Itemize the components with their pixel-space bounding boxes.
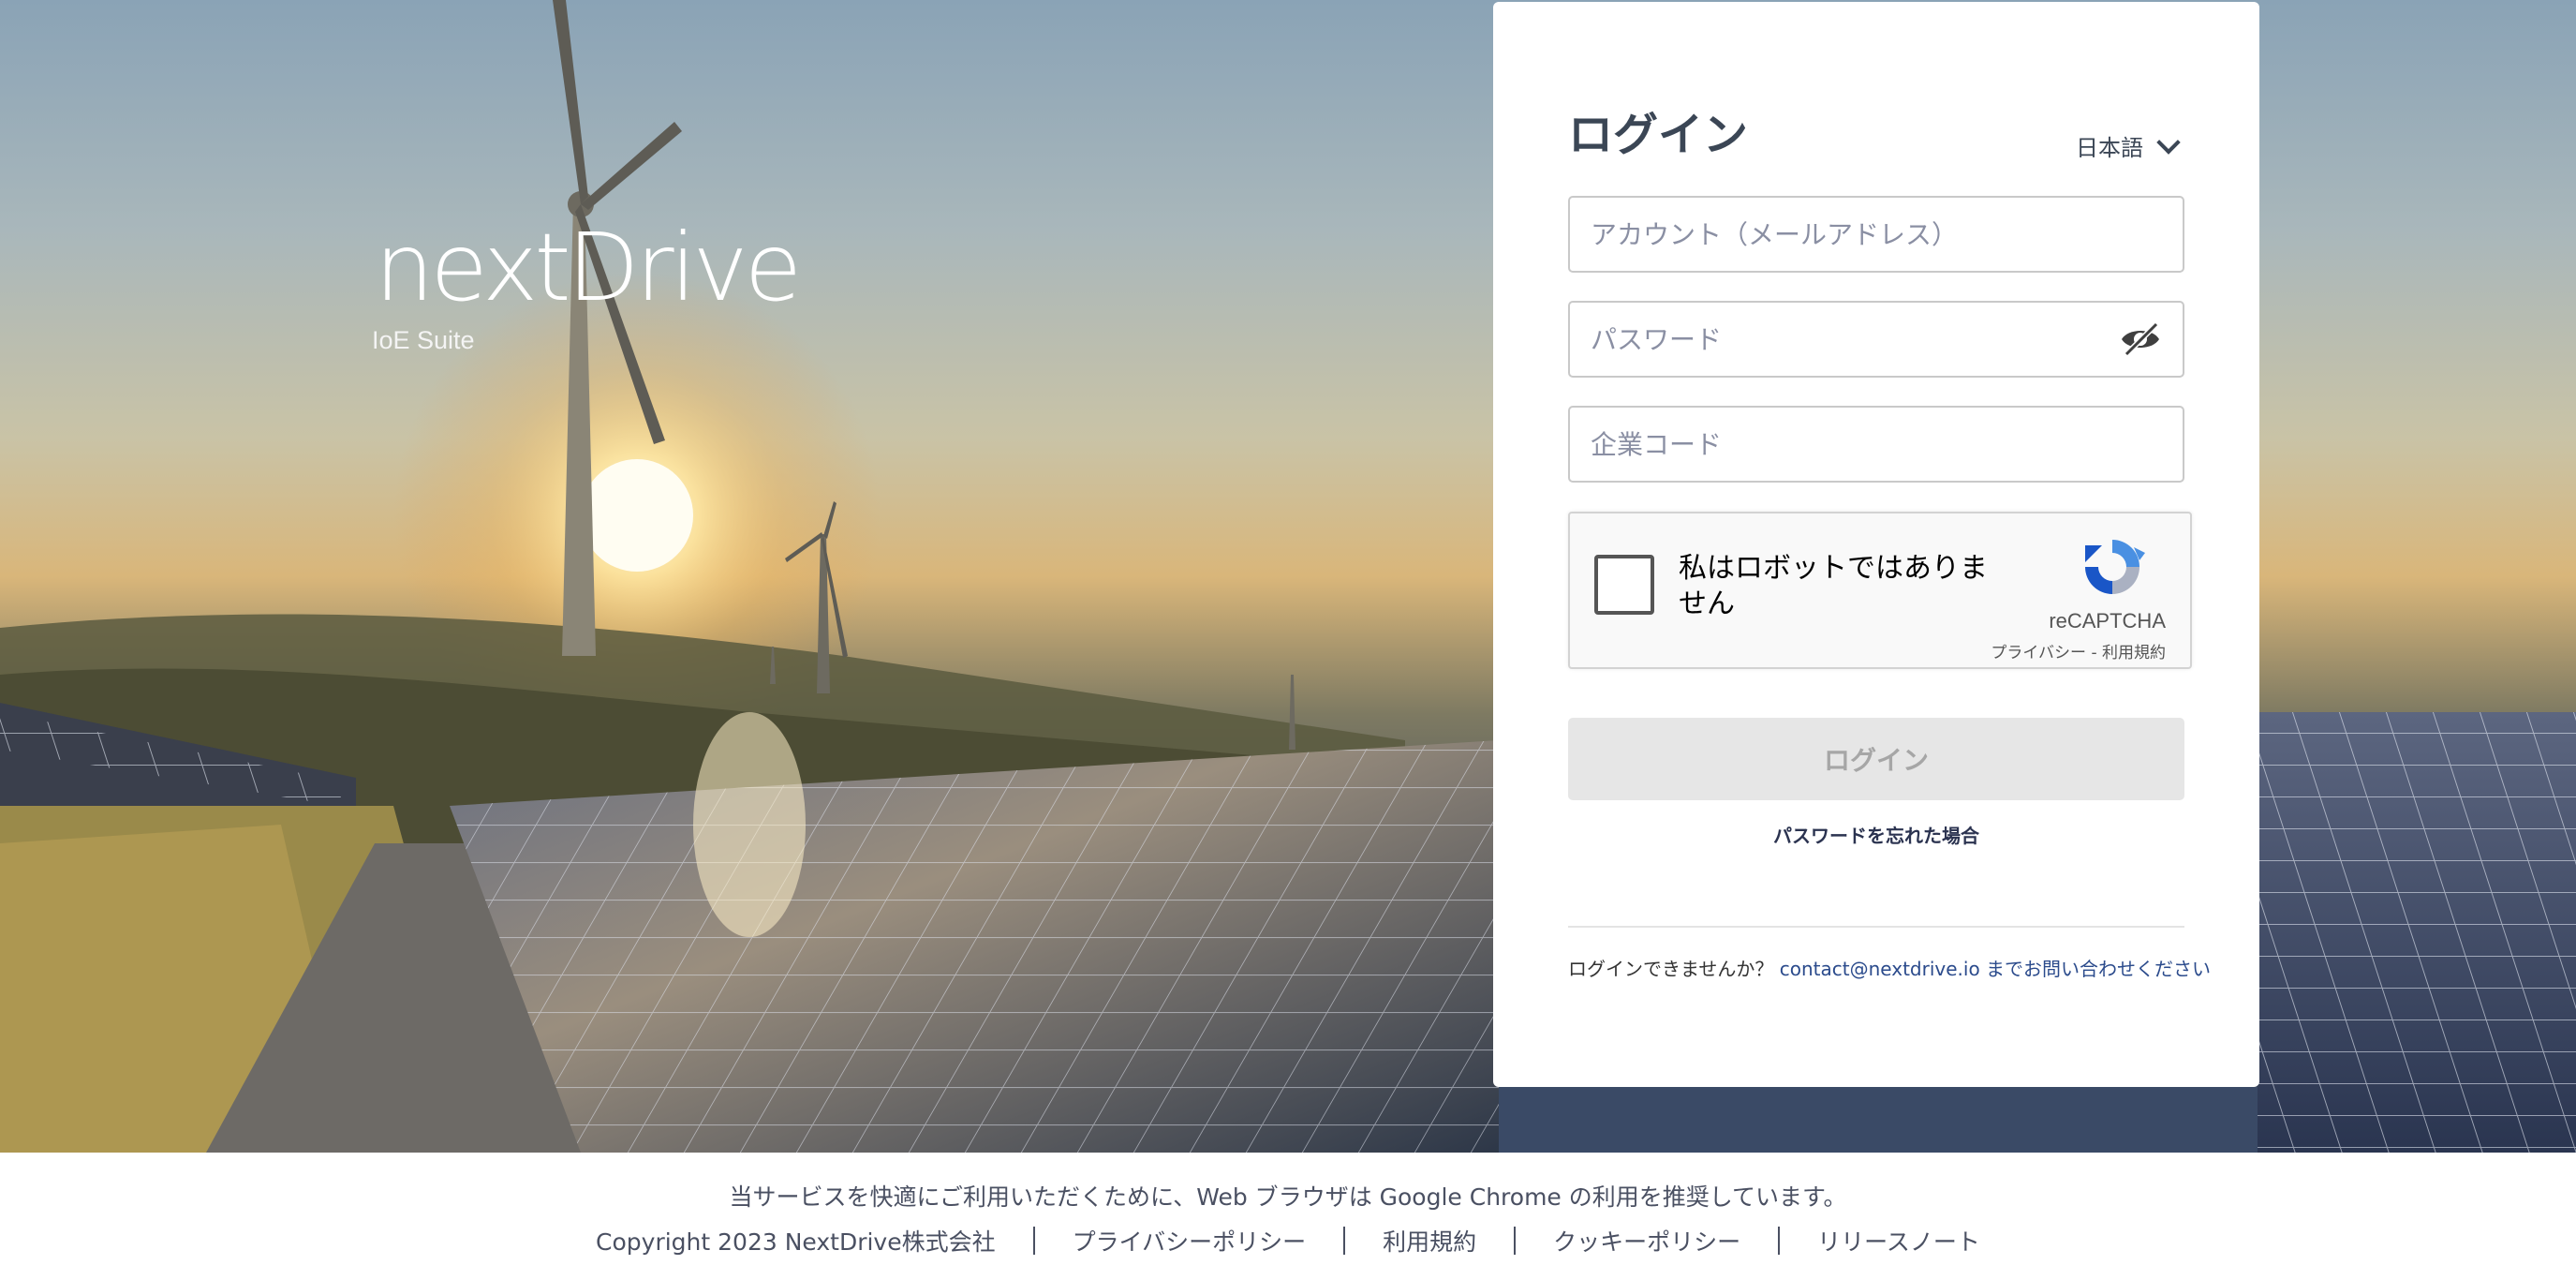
login-button[interactable]: ログイン <box>1568 718 2184 800</box>
browser-recommendation: 当サービスを快適にご利用いただくために、Web ブラウザは Google Chr… <box>729 1183 1847 1211</box>
recaptcha-label: 私はロボットではありません <box>1679 552 1988 620</box>
company-code-field[interactable] <box>1568 406 2184 483</box>
cookie-policy-link[interactable]: クッキーポリシー <box>1553 1224 1740 1258</box>
password-input[interactable] <box>1591 323 2119 355</box>
chevron-down-icon <box>2156 129 2181 155</box>
footer: 当サービスを快適にご利用いただくために、Web ブラウザは Google Chr… <box>0 1153 2576 1280</box>
help-suffix: までお問い合わせください <box>1986 958 2212 980</box>
recaptcha-terms-link[interactable]: プライバシー - 利用規約 <box>1991 639 2166 662</box>
help-text: ログインできませんか？ contact@nextdrive.io までお問い合わ… <box>1568 954 2211 981</box>
recaptcha-checkbox[interactable] <box>1594 555 1654 615</box>
divider <box>1568 926 2184 928</box>
release-notes-link[interactable]: リリースノート <box>1817 1224 1980 1258</box>
terms-link[interactable]: 利用規約 <box>1383 1224 1476 1258</box>
footer-separator <box>1032 1227 1035 1255</box>
logo-wordmark: nextDrive <box>375 213 802 322</box>
recaptcha-widget: 私はロボットではありません reCAPTCHA プライバシー - 利用規約 <box>1568 512 2192 669</box>
recaptcha-brand: reCAPTCHA <box>2049 609 2166 633</box>
account-field[interactable] <box>1568 196 2184 273</box>
forgot-password-link[interactable]: パスワードを忘れた場合 <box>1568 821 2184 848</box>
privacy-policy-link[interactable]: プライバシーポリシー <box>1073 1224 1307 1258</box>
password-field[interactable] <box>1568 301 2184 378</box>
eye-off-icon[interactable] <box>2119 322 2162 356</box>
language-label: 日本語 <box>2076 135 2143 161</box>
login-title: ログイン <box>1568 109 1749 161</box>
login-card: ログイン 日本語 私はロボットではありません reCAPTCHA プライバシー … <box>1493 2 2259 1087</box>
footer-separator <box>1778 1227 1781 1255</box>
footer-separator <box>1514 1227 1517 1255</box>
company-code-input[interactable] <box>1591 428 2162 460</box>
account-input[interactable] <box>1591 218 2162 250</box>
footer-separator <box>1343 1227 1346 1255</box>
logo-subtitle: IoE Suite <box>372 326 475 354</box>
contact-email-link[interactable]: contact@nextdrive.io <box>1780 958 1980 980</box>
brand-logo: nextDrive IoE Suite <box>372 213 802 355</box>
footer-links: Copyright 2023 NextDrive株式会社 プライバシーポリシー … <box>0 1224 2576 1258</box>
language-selector[interactable]: 日本語 <box>2076 129 2181 162</box>
copyright-text: Copyright 2023 NextDrive株式会社 <box>596 1228 996 1256</box>
help-prefix: ログインできませんか？ <box>1568 958 1774 980</box>
recaptcha-logo-icon <box>2085 540 2145 594</box>
